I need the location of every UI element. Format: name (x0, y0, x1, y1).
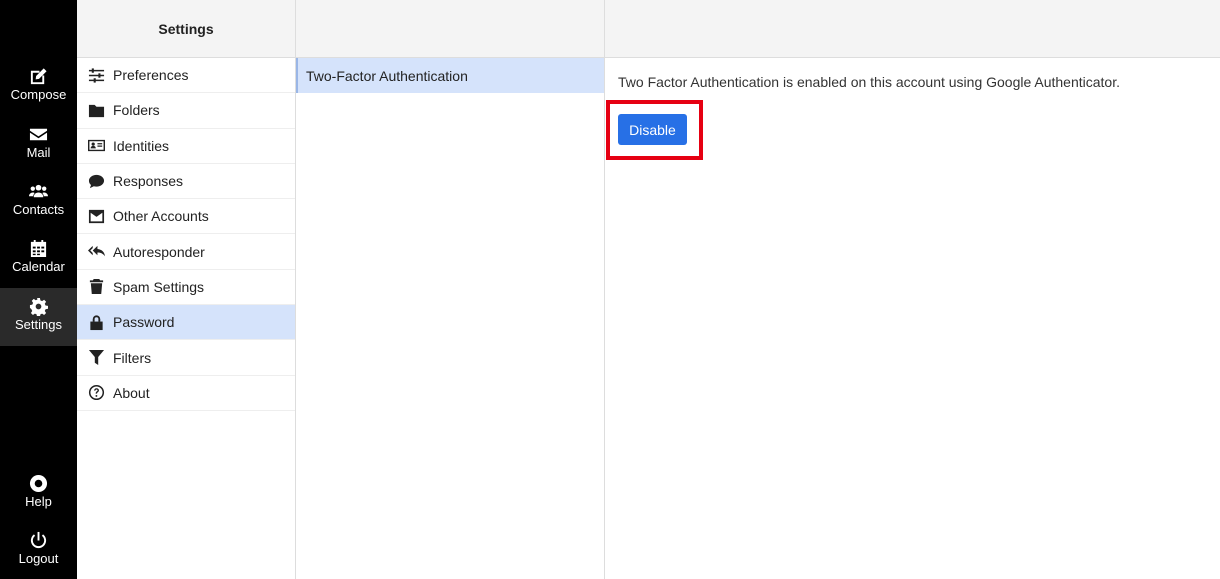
settings-item-about[interactable]: About (77, 376, 295, 411)
sections-panel: Two-Factor Authentication (296, 0, 605, 579)
filter-icon (87, 349, 105, 367)
settings-panel: Settings Preferences Folders Identities … (77, 0, 296, 579)
logout-button[interactable]: Logout (0, 522, 77, 579)
settings-item-label: Password (113, 314, 175, 331)
settings-item-label: Responses (113, 173, 184, 190)
settings-item-label: About (113, 384, 150, 401)
power-icon (0, 531, 77, 551)
trash-icon (87, 278, 105, 296)
settings-header: Settings (77, 0, 295, 58)
settings-item-label: Filters (113, 349, 152, 366)
folder-icon (87, 101, 105, 119)
envelope-square-icon (87, 207, 105, 225)
help-button[interactable]: Help (0, 465, 77, 523)
settings-button[interactable]: Settings (0, 288, 77, 346)
sliders-icon (87, 66, 105, 84)
reply-all-icon (87, 243, 105, 261)
settings-list: Preferences Folders Identities Responses… (77, 58, 295, 411)
task-menu: Compose Mail Contacts Calendar Settings … (0, 0, 77, 579)
id-card-icon (87, 137, 105, 155)
settings-item-label: Preferences (113, 67, 189, 84)
lock-icon (87, 313, 105, 331)
compose-button[interactable]: Compose (0, 58, 77, 116)
sections-header (296, 0, 604, 58)
settings-item-other-accounts[interactable]: Other Accounts (77, 199, 295, 235)
content-header (605, 0, 1220, 58)
two-factor-status-text: Two Factor Authentication is enabled on … (618, 74, 1120, 90)
settings-item-identities[interactable]: Identities (77, 129, 295, 164)
settings-item-filters[interactable]: Filters (77, 340, 295, 376)
settings-item-responses[interactable]: Responses (77, 164, 295, 200)
life-ring-icon (0, 474, 77, 494)
users-icon (0, 182, 77, 202)
comment-icon (87, 172, 105, 190)
envelope-icon (0, 125, 77, 145)
settings-item-label: Other Accounts (113, 208, 209, 225)
disable-button[interactable]: Disable (618, 114, 687, 145)
settings-item-preferences[interactable]: Preferences (77, 58, 295, 94)
content-panel: Two Factor Authentication is enabled on … (605, 0, 1220, 579)
settings-item-autoresponder[interactable]: Autoresponder (77, 234, 295, 270)
settings-item-label: Spam Settings (113, 278, 205, 295)
contacts-button[interactable]: Contacts (0, 173, 77, 231)
calendar-icon (0, 239, 77, 259)
calendar-button[interactable]: Calendar (0, 230, 77, 288)
section-item-two-factor-authentication[interactable]: Two-Factor Authentication (296, 58, 604, 93)
settings-item-label: Autoresponder (113, 243, 205, 260)
question-circle-icon (87, 384, 105, 402)
settings-item-label: Identities (113, 137, 170, 154)
edit-icon (0, 67, 77, 87)
settings-item-folders[interactable]: Folders (77, 93, 295, 129)
mail-button[interactable]: Mail (0, 116, 77, 174)
settings-item-password[interactable]: Password (77, 305, 295, 341)
gear-icon (0, 297, 77, 317)
settings-item-label: Folders (113, 102, 160, 119)
settings-item-spam-settings[interactable]: Spam Settings (77, 270, 295, 306)
